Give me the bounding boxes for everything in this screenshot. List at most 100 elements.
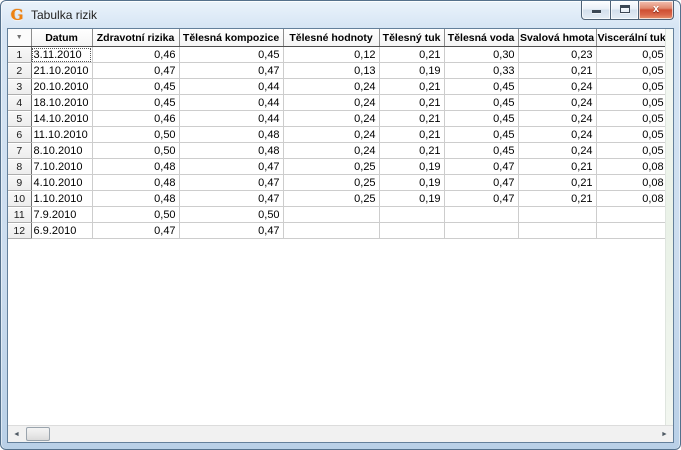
- column-header[interactable]: Svalová hmota: [518, 29, 596, 47]
- cell-value[interactable]: 0,50: [92, 143, 179, 159]
- cell-value[interactable]: [518, 223, 596, 239]
- cell-value[interactable]: 0,21: [518, 159, 596, 175]
- cell-value[interactable]: 0,05: [596, 143, 667, 159]
- cell-value[interactable]: 0,47: [92, 63, 179, 79]
- column-header[interactable]: Viscerální tuk: [596, 29, 667, 47]
- cell-date[interactable]: 4.10.2010: [31, 175, 92, 191]
- cell-date[interactable]: 18.10.2010: [31, 95, 92, 111]
- cell-value[interactable]: 0,05: [596, 127, 667, 143]
- cell-value[interactable]: 0,47: [179, 175, 283, 191]
- cell-value[interactable]: 0,45: [444, 127, 518, 143]
- scrollbar-thumb[interactable]: [26, 427, 50, 441]
- cell-value[interactable]: 0,19: [379, 159, 444, 175]
- cell-value[interactable]: 0,45: [444, 95, 518, 111]
- cell-value[interactable]: 0,45: [92, 79, 179, 95]
- cell-value[interactable]: 0,05: [596, 111, 667, 127]
- row-header[interactable]: 12: [8, 223, 31, 239]
- cell-value[interactable]: 0,48: [179, 127, 283, 143]
- cell-value[interactable]: [596, 207, 667, 223]
- cell-value[interactable]: 0,47: [444, 191, 518, 207]
- cell-value[interactable]: 0,08: [596, 191, 667, 207]
- horizontal-scrollbar[interactable]: ◄ ►: [8, 425, 673, 442]
- cell-date[interactable]: 8.10.2010: [31, 143, 92, 159]
- row-header[interactable]: 1: [8, 47, 31, 63]
- column-header[interactable]: Zdravotní rizika: [92, 29, 179, 47]
- cell-value[interactable]: 0,19: [379, 191, 444, 207]
- cell-value[interactable]: 0,44: [179, 111, 283, 127]
- column-header[interactable]: Tělesné hodnoty: [283, 29, 379, 47]
- cell-value[interactable]: 0,24: [518, 95, 596, 111]
- cell-value[interactable]: 0,21: [379, 127, 444, 143]
- cell-value[interactable]: 0,25: [283, 159, 379, 175]
- cell-value[interactable]: 0,30: [444, 47, 518, 63]
- cell-value[interactable]: 0,47: [179, 191, 283, 207]
- cell-value[interactable]: 0,45: [444, 79, 518, 95]
- column-header[interactable]: Tělesná voda: [444, 29, 518, 47]
- scroll-left-button[interactable]: ◄: [8, 426, 25, 442]
- column-header[interactable]: Tělesná kompozice: [179, 29, 283, 47]
- cell-value[interactable]: 0,24: [518, 79, 596, 95]
- scrollbar-track[interactable]: [50, 426, 656, 442]
- cell-value[interactable]: [518, 207, 596, 223]
- cell-date[interactable]: 1.10.2010: [31, 191, 92, 207]
- cell-value[interactable]: 0,47: [179, 223, 283, 239]
- cell-value[interactable]: 0,50: [179, 207, 283, 223]
- cell-value[interactable]: 0,12: [283, 47, 379, 63]
- cell-value[interactable]: 0,33: [444, 63, 518, 79]
- cell-value[interactable]: 0,24: [518, 127, 596, 143]
- scroll-right-button[interactable]: ►: [656, 426, 673, 442]
- cell-value[interactable]: 0,47: [179, 63, 283, 79]
- cell-value[interactable]: 0,46: [92, 47, 179, 63]
- row-header[interactable]: 9: [8, 175, 31, 191]
- cell-date[interactable]: 20.10.2010: [31, 79, 92, 95]
- cell-value[interactable]: 0,21: [379, 47, 444, 63]
- titlebar[interactable]: G Tabulka rizik: [1, 1, 680, 28]
- cell-value[interactable]: 0,44: [179, 79, 283, 95]
- cell-value[interactable]: 0,25: [283, 175, 379, 191]
- cell-date[interactable]: 7.10.2010: [31, 159, 92, 175]
- cell-value[interactable]: 0,47: [444, 175, 518, 191]
- cell-date[interactable]: 14.10.2010: [31, 111, 92, 127]
- row-header[interactable]: 6: [8, 127, 31, 143]
- cell-value[interactable]: 0,24: [283, 143, 379, 159]
- cell-value[interactable]: 0,19: [379, 63, 444, 79]
- cell-value[interactable]: 0,23: [518, 47, 596, 63]
- minimize-button[interactable]: [581, 1, 611, 20]
- cell-value[interactable]: 0,48: [92, 191, 179, 207]
- cell-value[interactable]: 0,24: [283, 111, 379, 127]
- cell-value[interactable]: 0,24: [283, 95, 379, 111]
- cell-value[interactable]: 0,48: [92, 175, 179, 191]
- column-header[interactable]: Datum: [31, 29, 92, 47]
- cell-value[interactable]: 0,45: [179, 47, 283, 63]
- cell-value[interactable]: 0,46: [92, 111, 179, 127]
- cell-date[interactable]: 3.11.2010: [31, 47, 92, 63]
- row-header[interactable]: 5: [8, 111, 31, 127]
- cell-value[interactable]: [283, 207, 379, 223]
- cell-value[interactable]: 0,08: [596, 175, 667, 191]
- cell-value[interactable]: [444, 207, 518, 223]
- cell-value[interactable]: 0,21: [379, 95, 444, 111]
- cell-value[interactable]: 0,19: [379, 175, 444, 191]
- cell-value[interactable]: [444, 223, 518, 239]
- cell-value[interactable]: 0,21: [379, 111, 444, 127]
- cell-value[interactable]: 0,45: [444, 111, 518, 127]
- column-header[interactable]: Tělesný tuk: [379, 29, 444, 47]
- cell-date[interactable]: 11.10.2010: [31, 127, 92, 143]
- cell-value[interactable]: [596, 223, 667, 239]
- cell-value[interactable]: 0,24: [283, 127, 379, 143]
- cell-value[interactable]: 0,44: [179, 95, 283, 111]
- cell-value[interactable]: [379, 223, 444, 239]
- cell-value[interactable]: 0,21: [379, 79, 444, 95]
- cell-value[interactable]: 0,45: [444, 143, 518, 159]
- column-filter-button[interactable]: ▼: [8, 29, 31, 47]
- cell-value[interactable]: 0,48: [92, 159, 179, 175]
- cell-date[interactable]: 6.9.2010: [31, 223, 92, 239]
- cell-value[interactable]: 0,24: [518, 111, 596, 127]
- cell-value[interactable]: 0,50: [92, 127, 179, 143]
- cell-value[interactable]: 0,21: [518, 191, 596, 207]
- cell-value[interactable]: 0,47: [179, 159, 283, 175]
- cell-value[interactable]: [379, 207, 444, 223]
- cell-value[interactable]: 0,24: [283, 79, 379, 95]
- cell-value[interactable]: 0,48: [179, 143, 283, 159]
- cell-value[interactable]: 0,47: [92, 223, 179, 239]
